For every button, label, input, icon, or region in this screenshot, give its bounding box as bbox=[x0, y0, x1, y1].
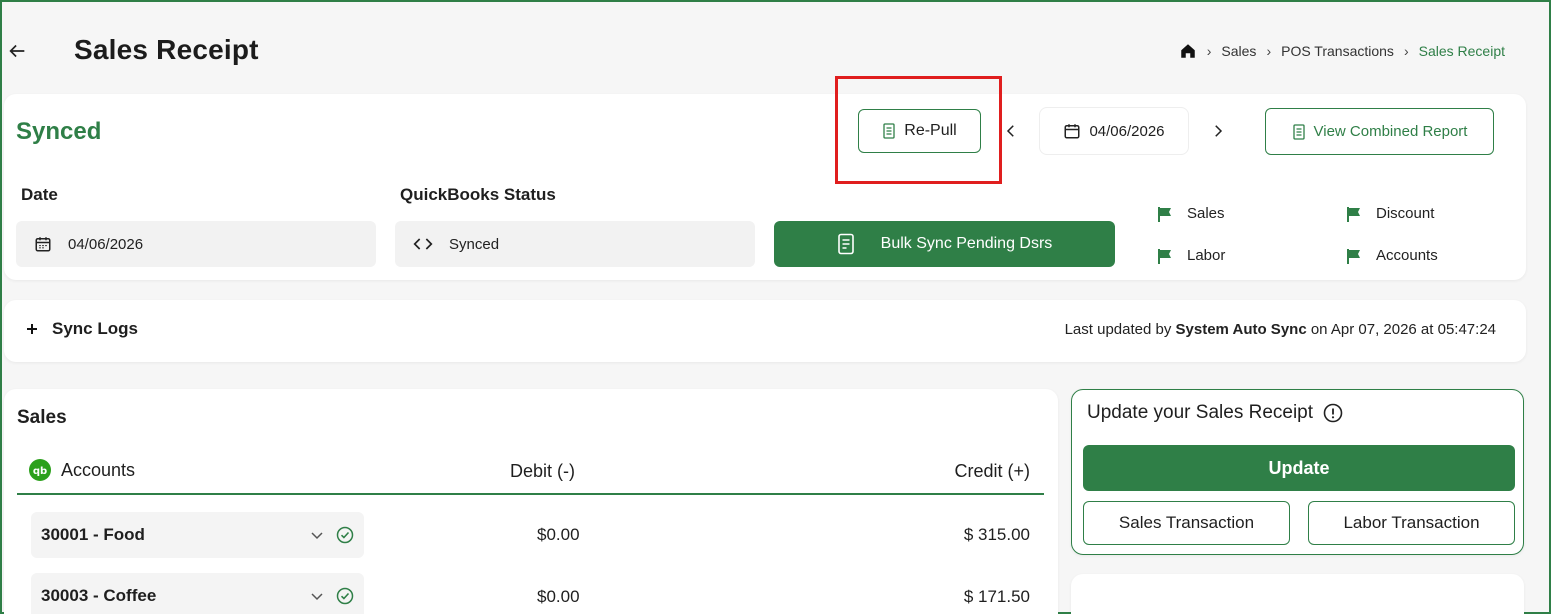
quickbooks-status-value: Synced bbox=[449, 235, 500, 253]
breadcrumb-separator: › bbox=[1403, 43, 1409, 59]
update-card-title: Update your Sales Receipt bbox=[1087, 402, 1343, 424]
back-arrow-icon[interactable] bbox=[6, 40, 28, 62]
sync-logs-label: Sync Logs bbox=[52, 319, 138, 338]
home-icon[interactable] bbox=[1179, 42, 1197, 60]
sync-status-title: Synced bbox=[16, 118, 102, 145]
flag-labor-label: Labor bbox=[1187, 247, 1226, 264]
last-updated-prefix: Last updated by bbox=[1064, 321, 1172, 338]
sales-section-title: Sales bbox=[17, 407, 67, 428]
update-card-title-text: Update your Sales Receipt bbox=[1087, 402, 1314, 423]
flag-icon bbox=[1158, 248, 1171, 264]
column-header-accounts: qb Accounts bbox=[29, 459, 135, 481]
date-field[interactable]: 04/06/2026 bbox=[16, 221, 376, 267]
last-updated-suffix: on Apr 07, 2026 at 05:47:24 bbox=[1310, 321, 1496, 338]
update-sales-receipt-card: Update your Sales Receipt Update Sales T… bbox=[1071, 389, 1524, 555]
account-select[interactable]: 30003 - Coffee bbox=[31, 573, 364, 614]
quickbooks-status-field: Synced bbox=[395, 221, 755, 267]
sync-logs-toggle[interactable]: Sync Logs bbox=[26, 319, 138, 339]
sales-transaction-button[interactable]: Sales Transaction bbox=[1083, 501, 1290, 545]
credit-value: $ 315.00 bbox=[963, 525, 1030, 544]
labor-transaction-button[interactable]: Labor Transaction bbox=[1308, 501, 1515, 545]
table-header-divider bbox=[17, 493, 1044, 495]
receipt-icon bbox=[837, 233, 854, 255]
svg-text:qb: qb bbox=[33, 466, 47, 477]
flag-discount-label: Discount bbox=[1376, 205, 1435, 222]
flag-icon bbox=[1158, 206, 1171, 222]
check-circle-icon bbox=[336, 526, 354, 544]
breadcrumb-pos-transactions[interactable]: POS Transactions bbox=[1281, 43, 1394, 59]
chevron-down-icon bbox=[311, 593, 323, 601]
flag-discount: Discount bbox=[1346, 205, 1434, 222]
chevron-down-icon bbox=[311, 532, 323, 540]
quickbooks-icon: qb bbox=[29, 459, 51, 481]
view-combined-report-button[interactable]: View Combined Report bbox=[1265, 108, 1494, 155]
flag-labor: Labor bbox=[1157, 247, 1225, 264]
breadcrumb-separator: › bbox=[1206, 43, 1212, 59]
breadcrumb-current: Sales Receipt bbox=[1418, 43, 1505, 59]
credit-value: $ 171.50 bbox=[963, 587, 1030, 606]
date-navigator[interactable]: 04/06/2026 bbox=[1039, 107, 1189, 155]
date-field-value: 04/06/2026 bbox=[68, 235, 144, 253]
last-updated-user: System Auto Sync bbox=[1175, 321, 1307, 338]
breadcrumb: › Sales › POS Transactions › Sales Recei… bbox=[1179, 42, 1505, 60]
nav-date-value: 04/06/2026 bbox=[1089, 122, 1165, 140]
last-updated-text: Last updated by System Auto Sync on Apr … bbox=[1065, 321, 1496, 338]
info-icon[interactable] bbox=[1323, 403, 1343, 423]
page-title: Sales Receipt bbox=[74, 34, 259, 65]
check-circle-icon bbox=[336, 587, 354, 605]
flag-accounts: Accounts bbox=[1346, 247, 1438, 264]
plus-icon bbox=[27, 324, 37, 334]
sales-card: Sales qb Accounts Debit (-) Credit (+) 3… bbox=[4, 389, 1058, 614]
calendar-icon bbox=[35, 237, 51, 252]
code-icon bbox=[413, 238, 433, 250]
account-name: 30003 - Coffee bbox=[41, 586, 157, 605]
column-header-debit: Debit (-) bbox=[510, 461, 576, 481]
update-button[interactable]: Update bbox=[1083, 445, 1515, 491]
date-label: Date bbox=[21, 185, 58, 204]
flag-sales: Sales bbox=[1157, 205, 1225, 222]
column-header-credit: Credit (+) bbox=[954, 461, 1030, 481]
sync-status-card: Synced Re-Pull 04/06/2026 View Combined … bbox=[4, 94, 1526, 280]
breadcrumb-separator: › bbox=[1266, 43, 1272, 59]
bulk-sync-label: Bulk Sync Pending Dsrs bbox=[880, 235, 1053, 252]
re-pull-label: Re-Pull bbox=[904, 122, 957, 139]
account-select[interactable]: 30001 - Food bbox=[31, 512, 364, 558]
breadcrumb-sales[interactable]: Sales bbox=[1221, 43, 1256, 59]
flag-icon bbox=[1347, 206, 1360, 222]
debit-value: $0.00 bbox=[537, 525, 580, 544]
flag-icon bbox=[1347, 248, 1360, 264]
quickbooks-status-label: QuickBooks Status bbox=[400, 185, 556, 204]
view-combined-report-label: View Combined Report bbox=[1313, 123, 1468, 140]
re-pull-button[interactable]: Re-Pull bbox=[858, 109, 981, 153]
previous-date-icon[interactable] bbox=[1002, 122, 1020, 140]
secondary-card bbox=[1071, 574, 1524, 614]
flag-accounts-label: Accounts bbox=[1376, 247, 1438, 264]
debit-value: $0.00 bbox=[537, 587, 580, 606]
account-name: 30001 - Food bbox=[41, 525, 145, 544]
receipt-icon bbox=[1292, 123, 1305, 140]
receipt-icon bbox=[883, 123, 895, 139]
column-accounts-label: Accounts bbox=[61, 459, 136, 480]
sync-logs-card: Sync Logs Last updated by System Auto Sy… bbox=[4, 300, 1526, 362]
calendar-icon bbox=[1064, 124, 1080, 139]
flag-sales-label: Sales bbox=[1187, 205, 1225, 222]
next-date-icon[interactable] bbox=[1209, 122, 1227, 140]
bulk-sync-pending-dsrs-button[interactable]: Bulk Sync Pending Dsrs bbox=[774, 221, 1115, 267]
